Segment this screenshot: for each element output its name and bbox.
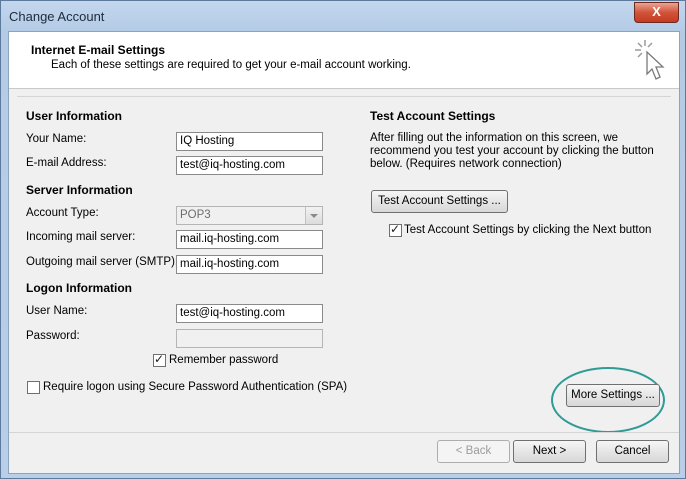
- dialog-header: Internet E-mail Settings Each of these s…: [9, 32, 679, 89]
- test-settings-heading: Test Account Settings: [370, 109, 496, 123]
- logon-info-heading: Logon Information: [26, 281, 132, 295]
- email-label: E-mail Address:: [26, 157, 107, 169]
- password-label: Password:: [26, 330, 80, 342]
- next-button[interactable]: Next >: [513, 440, 586, 463]
- outgoing-server-label: Outgoing mail server (SMTP):: [26, 256, 179, 268]
- outgoing-server-field[interactable]: mail.iq-hosting.com: [176, 255, 323, 274]
- account-type-label: Account Type:: [26, 207, 99, 219]
- back-button[interactable]: < Back: [437, 440, 510, 463]
- username-field[interactable]: test@iq-hosting.com: [176, 304, 323, 323]
- chevron-down-icon: [305, 207, 322, 224]
- cancel-button[interactable]: Cancel: [596, 440, 669, 463]
- header-title: Internet E-mail Settings: [31, 43, 166, 57]
- incoming-server-field[interactable]: mail.iq-hosting.com: [176, 230, 323, 249]
- test-account-settings-button[interactable]: Test Account Settings ...: [371, 190, 508, 213]
- remember-password-checkbox[interactable]: [153, 352, 166, 367]
- dialog-body: Internet E-mail Settings Each of these s…: [8, 31, 680, 474]
- spa-checkbox[interactable]: [27, 381, 40, 394]
- remember-password-label: Remember password: [169, 354, 279, 366]
- header-subtitle: Each of these settings are required to g…: [51, 59, 411, 71]
- more-settings-button[interactable]: More Settings ...: [566, 384, 660, 407]
- window-title: Change Account: [9, 9, 105, 24]
- username-label: User Name:: [26, 305, 88, 317]
- server-info-heading: Server Information: [26, 183, 133, 197]
- change-account-window: Change Account X Internet E-mail Setting…: [0, 0, 686, 479]
- auto-test-label: Test Account Settings by clicking the Ne…: [404, 224, 652, 236]
- your-name-label: Your Name:: [26, 133, 87, 145]
- password-field[interactable]: [176, 329, 323, 348]
- your-name-field[interactable]: IQ Hosting: [176, 132, 323, 151]
- close-button[interactable]: X: [634, 2, 679, 23]
- incoming-server-label: Incoming mail server:: [26, 231, 136, 243]
- user-info-heading: User Information: [26, 109, 123, 123]
- account-type-select: POP3: [176, 206, 323, 225]
- account-type-value: POP3: [180, 209, 211, 221]
- spa-label: Require logon using Secure Password Auth…: [43, 381, 348, 393]
- auto-test-checkbox[interactable]: [389, 222, 402, 237]
- title-bar: Change Account X: [1, 1, 685, 31]
- footer-divider: [9, 432, 679, 433]
- test-settings-description: After filling out the information on thi…: [370, 132, 654, 170]
- cursor-sparkle-icon: [635, 40, 665, 80]
- close-icon: X: [652, 4, 661, 19]
- email-field[interactable]: test@iq-hosting.com: [176, 156, 323, 175]
